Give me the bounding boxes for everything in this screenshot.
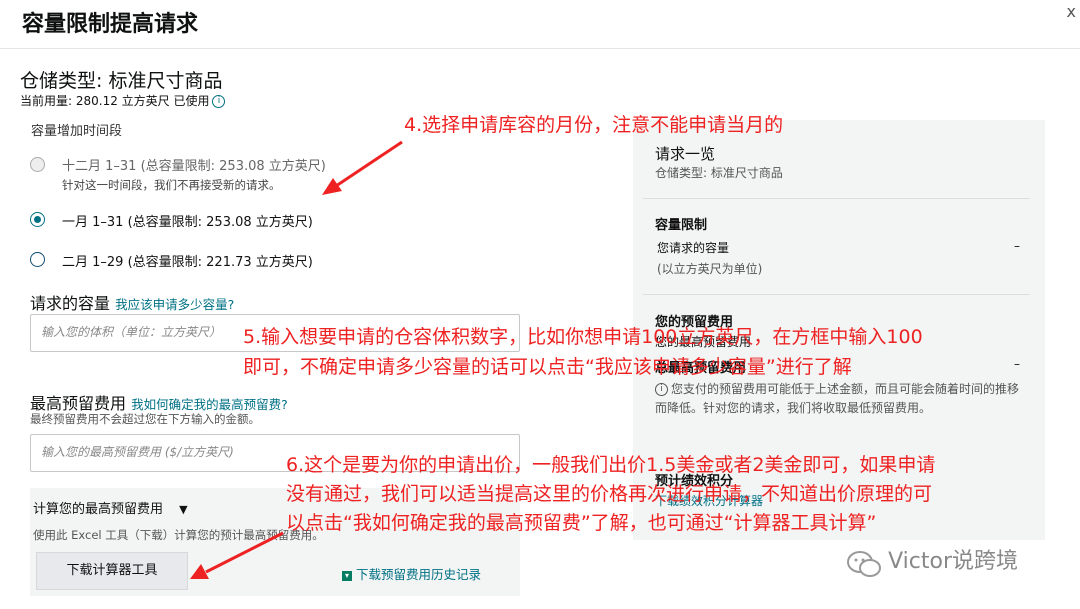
annotation-arrows — [190, 140, 403, 579]
watermark-text: Victor说跨境 — [888, 549, 1018, 574]
watermark: Victor说跨境 — [845, 543, 1018, 579]
arrow-step6 — [205, 531, 284, 574]
arrow-step4 — [335, 140, 403, 188]
wechat-icon — [845, 549, 883, 579]
arrow-head-step4 — [322, 178, 342, 195]
